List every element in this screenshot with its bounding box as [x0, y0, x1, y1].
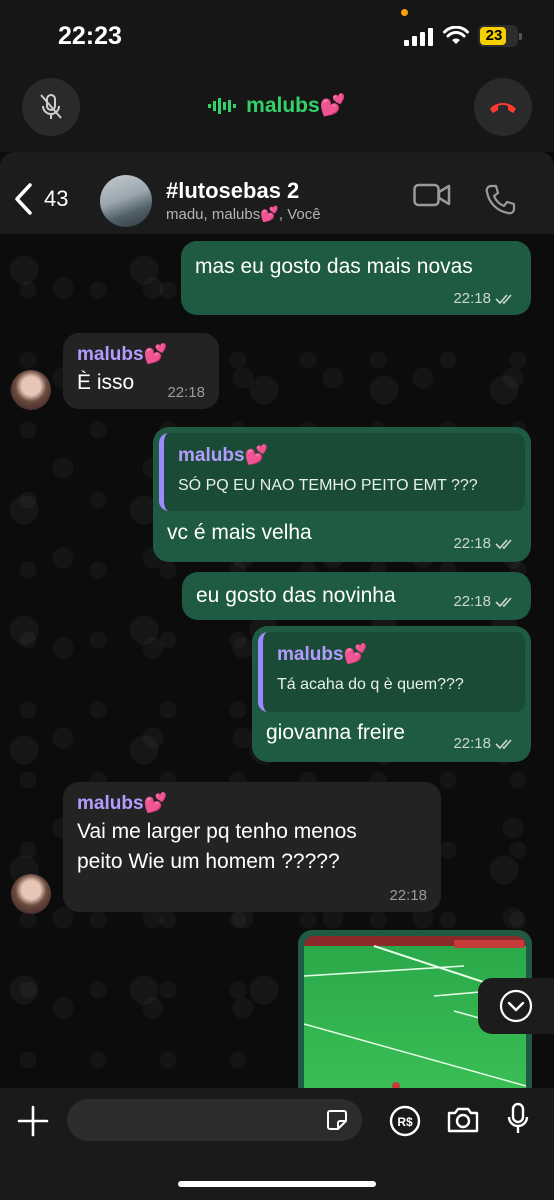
status-bar: 22:23 23	[0, 0, 554, 72]
message-bubble-outgoing[interactable]: malubs💕 Tá acaha do q è quem??? giovanna…	[252, 626, 531, 762]
message-meta: 22:18	[453, 535, 517, 552]
message-time: 22:18	[167, 384, 205, 401]
group-avatar[interactable]	[100, 175, 152, 227]
message-meta: 22:18	[453, 290, 517, 307]
battery-nub	[519, 33, 522, 40]
group-members[interactable]: madu, malubs💕, Você	[166, 205, 321, 223]
quote-sender: malubs💕	[178, 445, 269, 466]
sender-name[interactable]: malubs💕	[77, 342, 167, 366]
end-call-button[interactable]	[474, 78, 532, 136]
double-check-icon	[495, 538, 512, 549]
message-meta: 22:18	[453, 735, 517, 752]
back-unread-count[interactable]: 43	[44, 186, 68, 212]
message-text: giovanna freire	[266, 721, 405, 744]
message-text-line: Vai me larger pq tenho menos	[77, 820, 357, 843]
message-time: 22:18	[453, 535, 491, 552]
phone-icon[interactable]	[484, 184, 516, 216]
message-text-line: peito Wie um homem ?????	[77, 850, 340, 873]
composer-bar: R$	[0, 1088, 554, 1200]
message-bubble-incoming[interactable]: malubs💕 È isso 22:18	[63, 333, 219, 409]
message-bubble-outgoing[interactable]: mas eu gosto das mais novas 22:18	[181, 241, 531, 315]
svg-text:R$: R$	[397, 1115, 413, 1129]
message-text: vc é mais velha	[167, 521, 312, 544]
mic-icon[interactable]	[507, 1102, 529, 1136]
call-title[interactable]: malubs💕	[0, 94, 554, 118]
chevron-left-icon[interactable]	[12, 182, 34, 216]
message-time: 22:18	[453, 593, 491, 610]
message-bubble-outgoing[interactable]: eu gosto das novinha 22:18	[182, 572, 531, 620]
message-bubble-outgoing[interactable]: malubs💕 SÓ PQ EU NAO TEMHO PEITO EMT ???…	[153, 427, 531, 562]
message-time: 22:18	[389, 887, 427, 904]
quoted-message[interactable]: malubs💕 Tá acaha do q è quem???	[258, 632, 525, 712]
message-time: 22:18	[453, 735, 491, 752]
double-check-icon	[495, 596, 512, 607]
ongoing-call-bar[interactable]: malubs💕	[0, 72, 554, 152]
message-text: eu gosto das novinha	[196, 584, 396, 607]
payment-icon[interactable]: R$	[389, 1105, 421, 1137]
message-text: È isso	[77, 371, 135, 394]
avatar[interactable]	[11, 874, 51, 914]
message-time: 22:18	[453, 290, 491, 307]
quote-text: Tá acaha do q è quem???	[277, 676, 464, 693]
battery-percent: 23	[485, 27, 503, 44]
quote-sender: malubs💕	[277, 644, 368, 665]
battery-icon: 23	[478, 25, 522, 47]
group-title[interactable]: #lutosebas 2	[166, 178, 299, 204]
message-text: mas eu gosto das mais novas	[195, 255, 473, 278]
message-input[interactable]	[67, 1099, 362, 1141]
double-check-icon	[495, 293, 512, 304]
sticker-icon[interactable]	[326, 1109, 348, 1131]
message-bubble-incoming[interactable]: malubs💕 Vai me larger pq tenho menos pei…	[63, 782, 441, 912]
signal-icon	[404, 28, 433, 46]
wifi-icon	[443, 26, 469, 44]
double-check-icon	[495, 738, 512, 749]
message-meta: 22:18	[453, 593, 517, 610]
status-time: 22:23	[58, 22, 122, 50]
chevron-down-circle-icon	[499, 989, 533, 1023]
quoted-message[interactable]: malubs💕 SÓ PQ EU NAO TEMHO PEITO EMT ???	[159, 433, 525, 511]
home-indicator[interactable]	[178, 1181, 376, 1187]
camera-icon[interactable]	[446, 1105, 480, 1135]
quote-text: SÓ PQ EU NAO TEMHO PEITO EMT ???	[178, 477, 478, 494]
orange-dot-indicator	[401, 9, 408, 16]
avatar[interactable]	[11, 370, 51, 410]
call-name: malubs💕	[246, 94, 346, 117]
end-call-icon	[490, 103, 516, 113]
sender-name[interactable]: malubs💕	[77, 791, 167, 815]
chat-header: 43 #lutosebas 2 madu, malubs💕, Você	[0, 152, 554, 234]
message-list[interactable]: mas eu gosto das mais novas 22:18 malubs…	[0, 234, 554, 1088]
video-camera-icon[interactable]	[413, 182, 451, 208]
scroll-to-bottom-button[interactable]	[478, 978, 554, 1034]
audio-wave-icon	[208, 98, 237, 115]
plus-icon[interactable]	[16, 1104, 50, 1138]
